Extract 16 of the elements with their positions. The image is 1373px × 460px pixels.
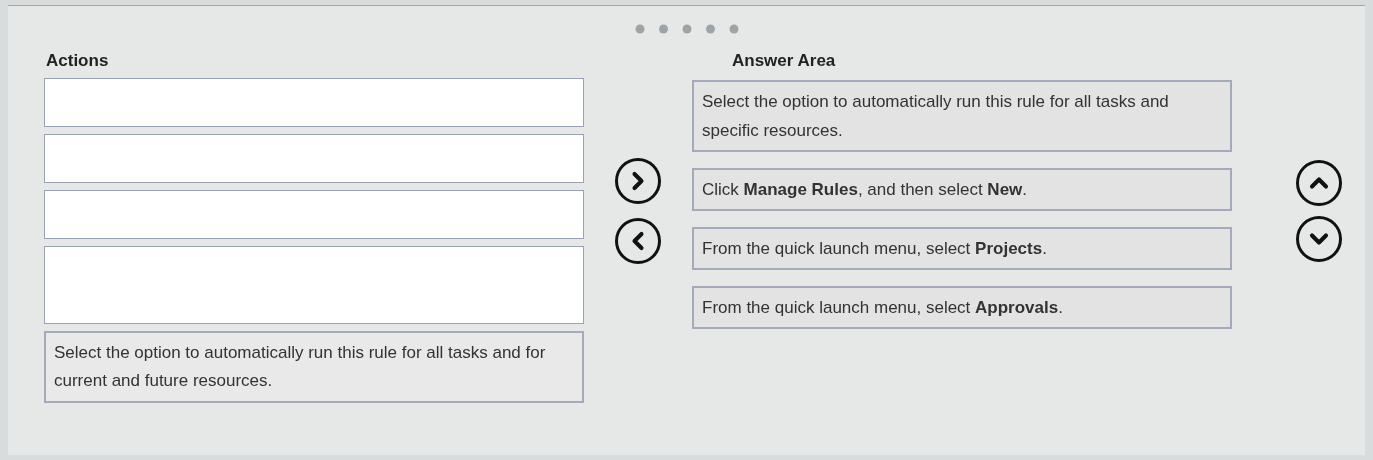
answer-item[interactable]: Select the option to automatically run this rule for all tasks and specific resources. — [692, 79, 1232, 152]
pager-dots-icon — [634, 24, 739, 34]
empty-slot[interactable] — [44, 189, 584, 239]
move-down-button[interactable] — [1296, 216, 1342, 262]
answer-area-heading: Answer Area — [732, 50, 837, 72]
move-right-button[interactable] — [615, 158, 661, 204]
empty-slot[interactable] — [44, 245, 584, 324]
actions-heading: Actions — [46, 50, 110, 72]
empty-slot[interactable] — [44, 133, 584, 183]
answer-item[interactable]: Click Manage Rules, and then select New. — [692, 167, 1232, 211]
move-up-button[interactable] — [1296, 160, 1342, 206]
empty-slot[interactable] — [44, 77, 584, 127]
answer-item[interactable]: From the quick launch menu, select Approvals. — [692, 285, 1232, 329]
action-option[interactable]: Select the option to automatically run this rule for all tasks and for current and future resources. — [44, 330, 584, 403]
move-left-button[interactable] — [615, 218, 661, 264]
answer-item[interactable]: From the quick launch menu, select Projects. — [692, 226, 1232, 270]
